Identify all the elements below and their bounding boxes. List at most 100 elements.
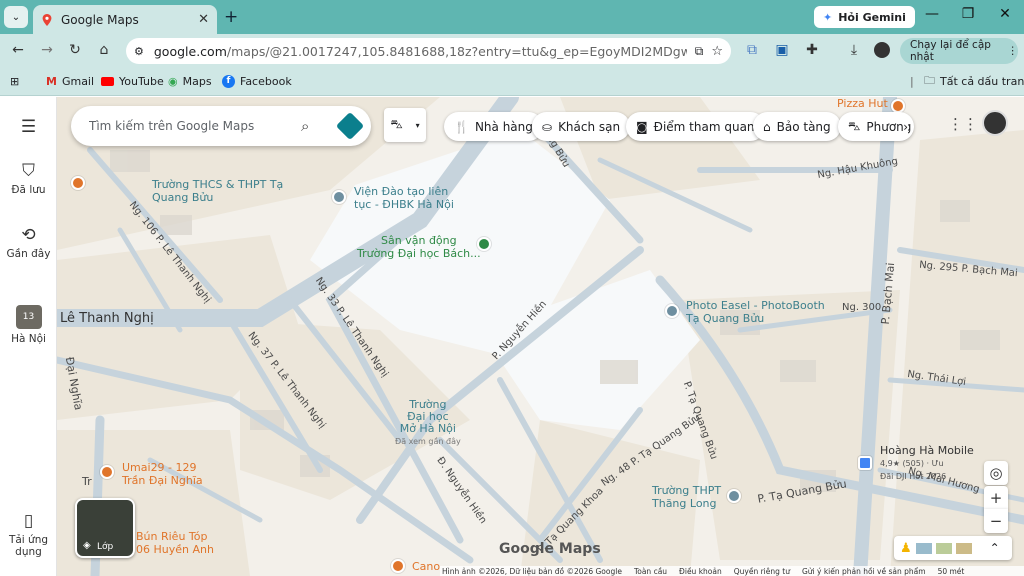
menu-button[interactable]: ☰ xyxy=(0,117,57,140)
recent-button[interactable]: ⟲ Gần đây xyxy=(0,225,57,260)
school-pin-icon[interactable] xyxy=(727,489,741,503)
scale-bar[interactable]: 50 mét xyxy=(938,567,965,576)
school-pin-icon[interactable] xyxy=(332,190,346,204)
update-button[interactable]: Chạy lại để cập nhật ⋮ xyxy=(900,38,1018,64)
reload-button[interactable]: ↻ xyxy=(66,41,84,59)
thumbnail-icon[interactable] xyxy=(915,542,932,554)
restore-button[interactable]: ❐ xyxy=(956,6,980,26)
place-cano[interactable]: Cano xyxy=(412,560,440,573)
search-input[interactable] xyxy=(89,119,289,133)
directions-icon[interactable] xyxy=(335,111,365,141)
install-app-icon[interactable]: ⧉ xyxy=(695,44,704,59)
translate-icon[interactable]: ⧉ xyxy=(743,41,761,59)
account-avatar[interactable] xyxy=(982,110,1008,136)
restaurant-pin-icon[interactable] xyxy=(391,559,405,573)
chip-transit[interactable]: ⛍ Phương › xyxy=(838,112,914,141)
restaurant-pin-icon[interactable] xyxy=(71,176,85,190)
place-thcs-thpt-ta-quang-buu[interactable]: Trường THCS & THPT Tạ Quang Bửu xyxy=(152,178,292,204)
saved-button[interactable]: ⛉ Đã lưu xyxy=(0,161,57,196)
global-link[interactable]: Toàn cầu xyxy=(634,567,667,576)
place-label: Hà Nội xyxy=(11,333,46,345)
bookmark-maps[interactable]: ◉ Maps xyxy=(168,72,212,90)
new-tab-button[interactable]: + xyxy=(224,7,238,27)
download-app-button[interactable]: ▯ Tải ứng dụng xyxy=(0,511,57,558)
forward-button[interactable]: → xyxy=(38,41,56,59)
search-icon[interactable]: ⌕ xyxy=(301,117,309,135)
close-window-button[interactable]: ✕ xyxy=(993,6,1017,26)
street-view-bar[interactable]: ♟ ⌃ xyxy=(894,536,1012,560)
bookmark-youtube[interactable]: YouTube xyxy=(101,72,164,90)
phone-icon: ▯ xyxy=(23,511,34,531)
chip-museums[interactable]: ⌂ Bảo tàng xyxy=(753,112,841,141)
bookmark-label: Facebook xyxy=(240,74,292,88)
restaurant-pin-icon[interactable] xyxy=(100,465,114,479)
all-bookmarks[interactable]: 🗀 Tất cả dấu trang xyxy=(924,72,1024,90)
place-san-van-dong[interactable]: Sân vận động Trường Đại học Bách... xyxy=(357,234,481,260)
pegman-icon[interactable]: ♟ xyxy=(900,541,912,556)
extension-icon[interactable]: ▣ xyxy=(773,41,791,59)
place-bun-rieu[interactable]: Bún Riêu Tóp 06 Huyền Anh xyxy=(136,530,214,556)
road-ng-300: Ng. 300 xyxy=(842,302,882,313)
chip-attractions[interactable]: ◙ Điểm tham quan xyxy=(626,112,765,141)
minimize-button[interactable]: — xyxy=(920,6,944,26)
site-info-icon[interactable]: ⚙ xyxy=(134,45,144,58)
feedback-link[interactable]: Gửi ý kiến phản hồi về sản phẩm xyxy=(802,567,926,576)
zoom-in-button[interactable]: + xyxy=(984,486,1008,510)
address-bar[interactable]: ⚙ google.com/maps/@21.0017247,105.848168… xyxy=(126,38,731,64)
recent-place-hanoi[interactable]: 13 Hà Nội xyxy=(0,305,57,345)
map-canvas[interactable]: Pizza Hut Trường THCS & THPT Tạ Quang Bử… xyxy=(57,97,1024,576)
hamburger-icon: ☰ xyxy=(20,117,37,137)
tab-google-maps[interactable]: Google Maps ✕ xyxy=(33,5,217,34)
download-icon[interactable]: ⤓ xyxy=(845,41,863,59)
place-thpt-thang-long[interactable]: Trường THPT Thăng Long xyxy=(652,484,721,510)
restaurant-pin-icon[interactable] xyxy=(891,99,905,113)
toolbar: ← → ↻ ⌂ ⚙ google.com/maps/@21.0017247,10… xyxy=(0,34,1024,67)
back-button[interactable]: ← xyxy=(9,41,27,59)
place-thumbnail: 13 xyxy=(15,305,42,329)
ask-gemini-button[interactable]: ✦ Hỏi Gemini xyxy=(814,6,915,28)
camera-icon: ◙ xyxy=(636,119,648,134)
bookmark-gmail[interactable]: M Gmail xyxy=(46,72,94,90)
layers-icon: ◈ xyxy=(83,540,91,551)
profile-avatar[interactable] xyxy=(874,42,890,58)
my-location-button[interactable]: ◎ xyxy=(984,461,1008,485)
google-maps-logo: Google Maps xyxy=(499,541,601,557)
place-dai-hoc-mo[interactable]: Trường Đại học Mở Hà Nội Đã xem gần đây xyxy=(395,399,461,448)
bookmark-facebook[interactable]: f Facebook xyxy=(222,72,292,90)
search-box[interactable]: ⌕ xyxy=(71,106,371,146)
chip-restaurants[interactable]: 🍴 Nhà hàng xyxy=(444,112,543,141)
transit-toggle[interactable]: ⛍ ▾ xyxy=(384,108,426,142)
place-pizza-hut[interactable]: Pizza Hut xyxy=(837,97,888,110)
place-photo-easel[interactable]: Photo Easel - PhotoBooth Tạ Quang Bửu xyxy=(686,299,825,325)
history-icon: ⟲ xyxy=(21,225,36,245)
bookmark-star-icon[interactable]: ☆ xyxy=(711,44,723,59)
store-pin-icon[interactable] xyxy=(858,456,872,470)
layer-switcher[interactable]: ◈ Lớp xyxy=(75,498,135,558)
chevron-right-icon[interactable]: › xyxy=(903,119,908,134)
thumbnail-icon[interactable] xyxy=(935,542,952,554)
chip-label: Khách sạn xyxy=(558,119,621,134)
apps-grid-icon[interactable]: ⋮⋮ xyxy=(948,115,978,133)
tab-search-button[interactable]: ⌄ xyxy=(4,6,28,28)
bus-icon: ⛍ xyxy=(390,117,403,131)
bookmark-label: Maps xyxy=(182,74,212,88)
expand-icon[interactable]: ⌃ xyxy=(990,541,1000,555)
road-tr: Tr xyxy=(82,475,92,488)
youtube-icon xyxy=(101,76,114,86)
privacy-link[interactable]: Quyền riêng tư xyxy=(734,567,790,576)
stadium-pin-icon[interactable] xyxy=(477,237,491,251)
bookmark-icon: ⛉ xyxy=(22,161,35,181)
zoom-out-button[interactable]: − xyxy=(984,509,1008,533)
place-vien-dao-tao[interactable]: Viện Đào tạo liên tục - ĐHBK Hà Nội xyxy=(354,185,454,211)
home-button[interactable]: ⌂ xyxy=(95,41,113,59)
shop-pin-icon[interactable] xyxy=(665,304,679,318)
attribution: Hình ảnh ©2026, Dữ liệu bản đồ ©2026 Goo… xyxy=(442,566,622,576)
place-umai29[interactable]: Umai29 - 129 Trần Đại Nghĩa xyxy=(122,461,203,487)
thumbnail-icon[interactable] xyxy=(955,542,972,554)
extensions-puzzle-icon[interactable]: ✚ xyxy=(803,41,821,59)
apps-grid-icon[interactable]: ⊞ xyxy=(10,72,19,90)
ask-gemini-label: Hỏi Gemini xyxy=(838,10,906,24)
terms-link[interactable]: Điều khoản xyxy=(679,567,722,576)
close-tab-icon[interactable]: ✕ xyxy=(198,12,209,27)
chip-hotels[interactable]: ⛀ Khách sạn xyxy=(532,112,631,141)
